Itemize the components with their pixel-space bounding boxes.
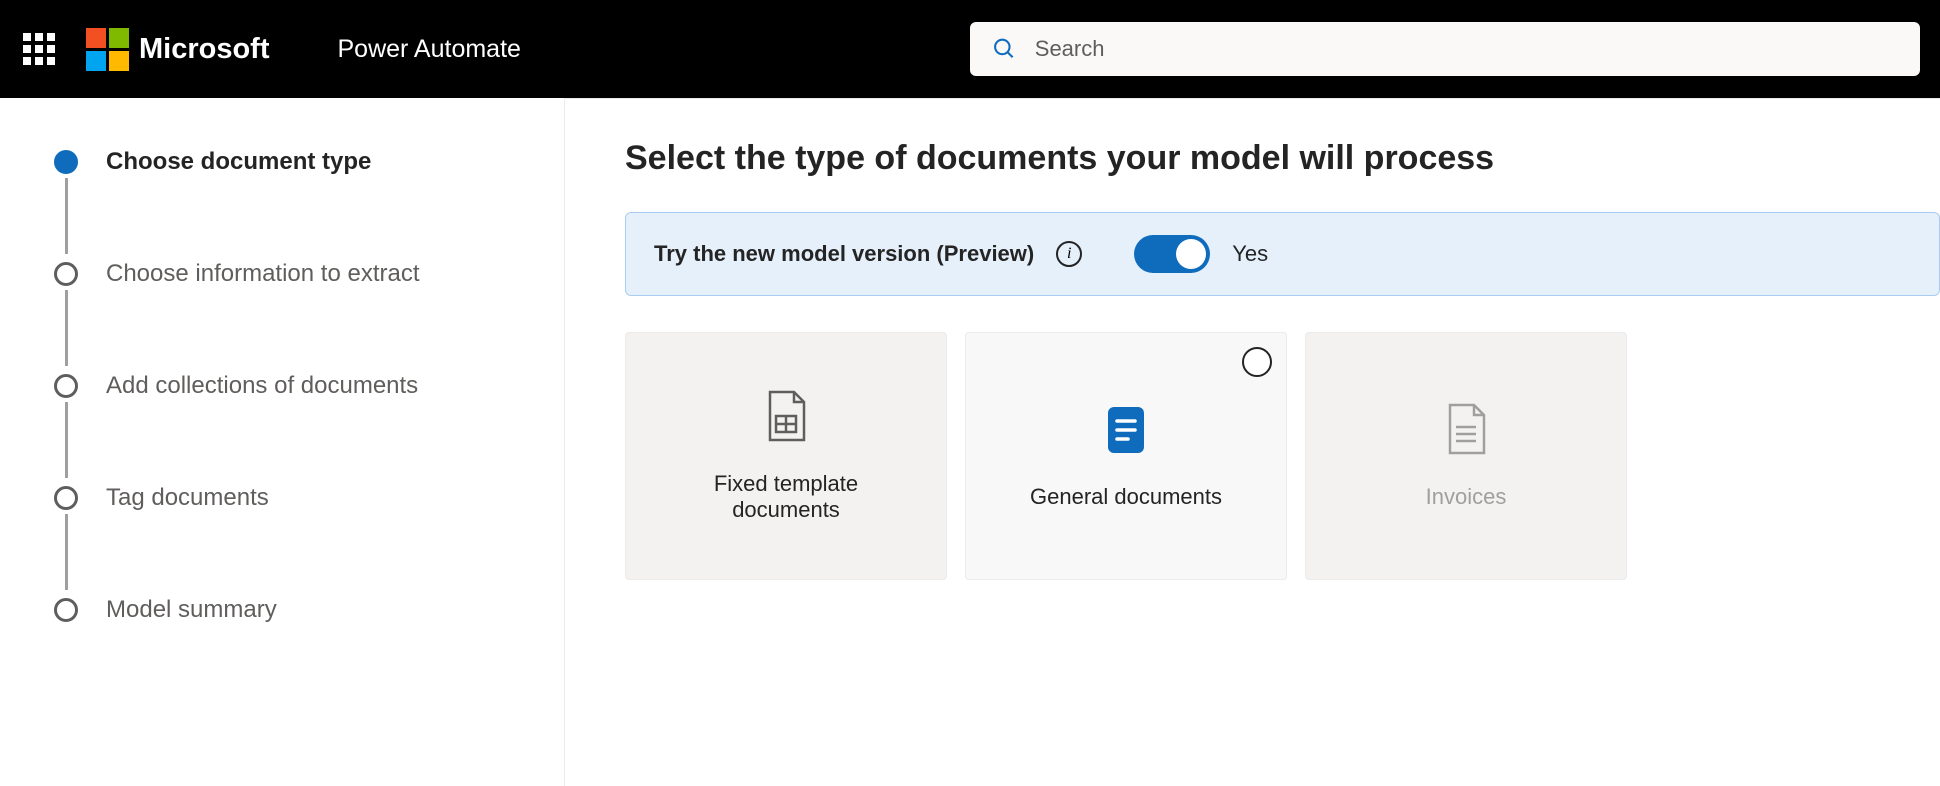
document-general-icon [1102, 402, 1150, 458]
step-tag-documents[interactable]: Tag documents [54, 484, 544, 596]
step-label: Choose document type [106, 148, 371, 176]
step-indicator-icon [54, 486, 78, 510]
step-indicator-icon [54, 598, 78, 622]
document-type-cards: Fixed template documents General documen… [625, 332, 1940, 580]
app-header: Microsoft Power Automate [0, 0, 1940, 98]
search-input[interactable] [1035, 36, 1898, 62]
microsoft-logo-icon [86, 28, 129, 71]
page-title: Select the type of documents your model … [625, 139, 1940, 178]
step-label: Choose information to extract [106, 260, 420, 288]
preview-banner: Try the new model version (Preview) i Ye… [625, 212, 1940, 296]
card-invoices[interactable]: Invoices [1305, 332, 1627, 580]
preview-toggle[interactable] [1134, 235, 1210, 273]
banner-text: Try the new model version (Preview) [654, 241, 1034, 267]
step-indicator-icon [54, 150, 78, 174]
app-name: Power Automate [338, 35, 521, 64]
step-choose-information[interactable]: Choose information to extract [54, 260, 544, 372]
search-box[interactable] [970, 22, 1920, 76]
card-title: Fixed template documents [671, 471, 901, 523]
card-fixed-template[interactable]: Fixed template documents [625, 332, 947, 580]
step-model-summary[interactable]: Model summary [54, 596, 544, 624]
card-title: General documents [1030, 484, 1222, 510]
microsoft-brand-text: Microsoft [139, 33, 270, 66]
document-invoice-icon [1442, 402, 1490, 458]
search-icon [992, 36, 1017, 62]
document-template-icon [762, 389, 810, 445]
step-choose-document-type[interactable]: Choose document type [54, 148, 544, 260]
step-add-collections[interactable]: Add collections of documents [54, 372, 544, 484]
step-label: Add collections of documents [106, 372, 418, 400]
radio-indicator-icon [1242, 347, 1272, 377]
app-launcher-icon[interactable] [20, 30, 58, 68]
card-title: Invoices [1426, 484, 1507, 510]
step-label: Model summary [106, 596, 277, 624]
step-label: Tag documents [106, 484, 269, 512]
wizard-sidebar: Choose document type Choose information … [0, 98, 565, 786]
main-area: Choose document type Choose information … [0, 98, 1940, 786]
step-indicator-icon [54, 374, 78, 398]
info-icon[interactable]: i [1056, 241, 1082, 267]
card-general-documents[interactable]: General documents [965, 332, 1287, 580]
content-panel: Select the type of documents your model … [565, 98, 1940, 786]
toggle-state-label: Yes [1232, 241, 1268, 267]
step-indicator-icon [54, 262, 78, 286]
microsoft-logo[interactable]: Microsoft [86, 28, 270, 71]
